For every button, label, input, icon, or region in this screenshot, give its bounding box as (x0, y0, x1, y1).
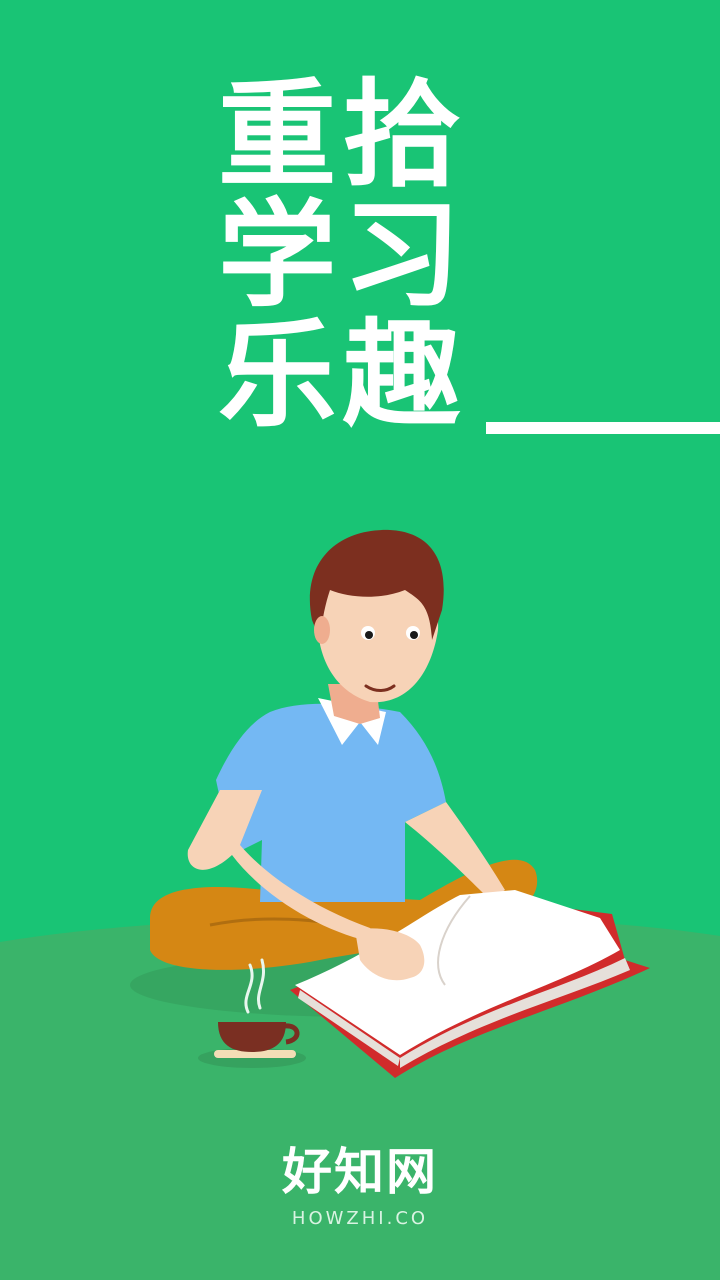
headline-line-1: 重拾 (218, 68, 467, 203)
headline-underline (486, 422, 720, 434)
reader-head (309, 529, 444, 703)
headline-line-3: 乐趣 (218, 308, 467, 443)
headline: 重拾 学习 乐趣 (218, 76, 498, 436)
brand-url: HOWZHI.CO (291, 1208, 429, 1229)
headline-line-2: 学习 (218, 188, 467, 323)
reader-illustration (130, 529, 650, 1078)
brand-name: 好知网 (282, 1143, 438, 1201)
splash-screen: 重拾 学习 乐趣 好知网 HOWZHI.CO (0, 0, 720, 1280)
